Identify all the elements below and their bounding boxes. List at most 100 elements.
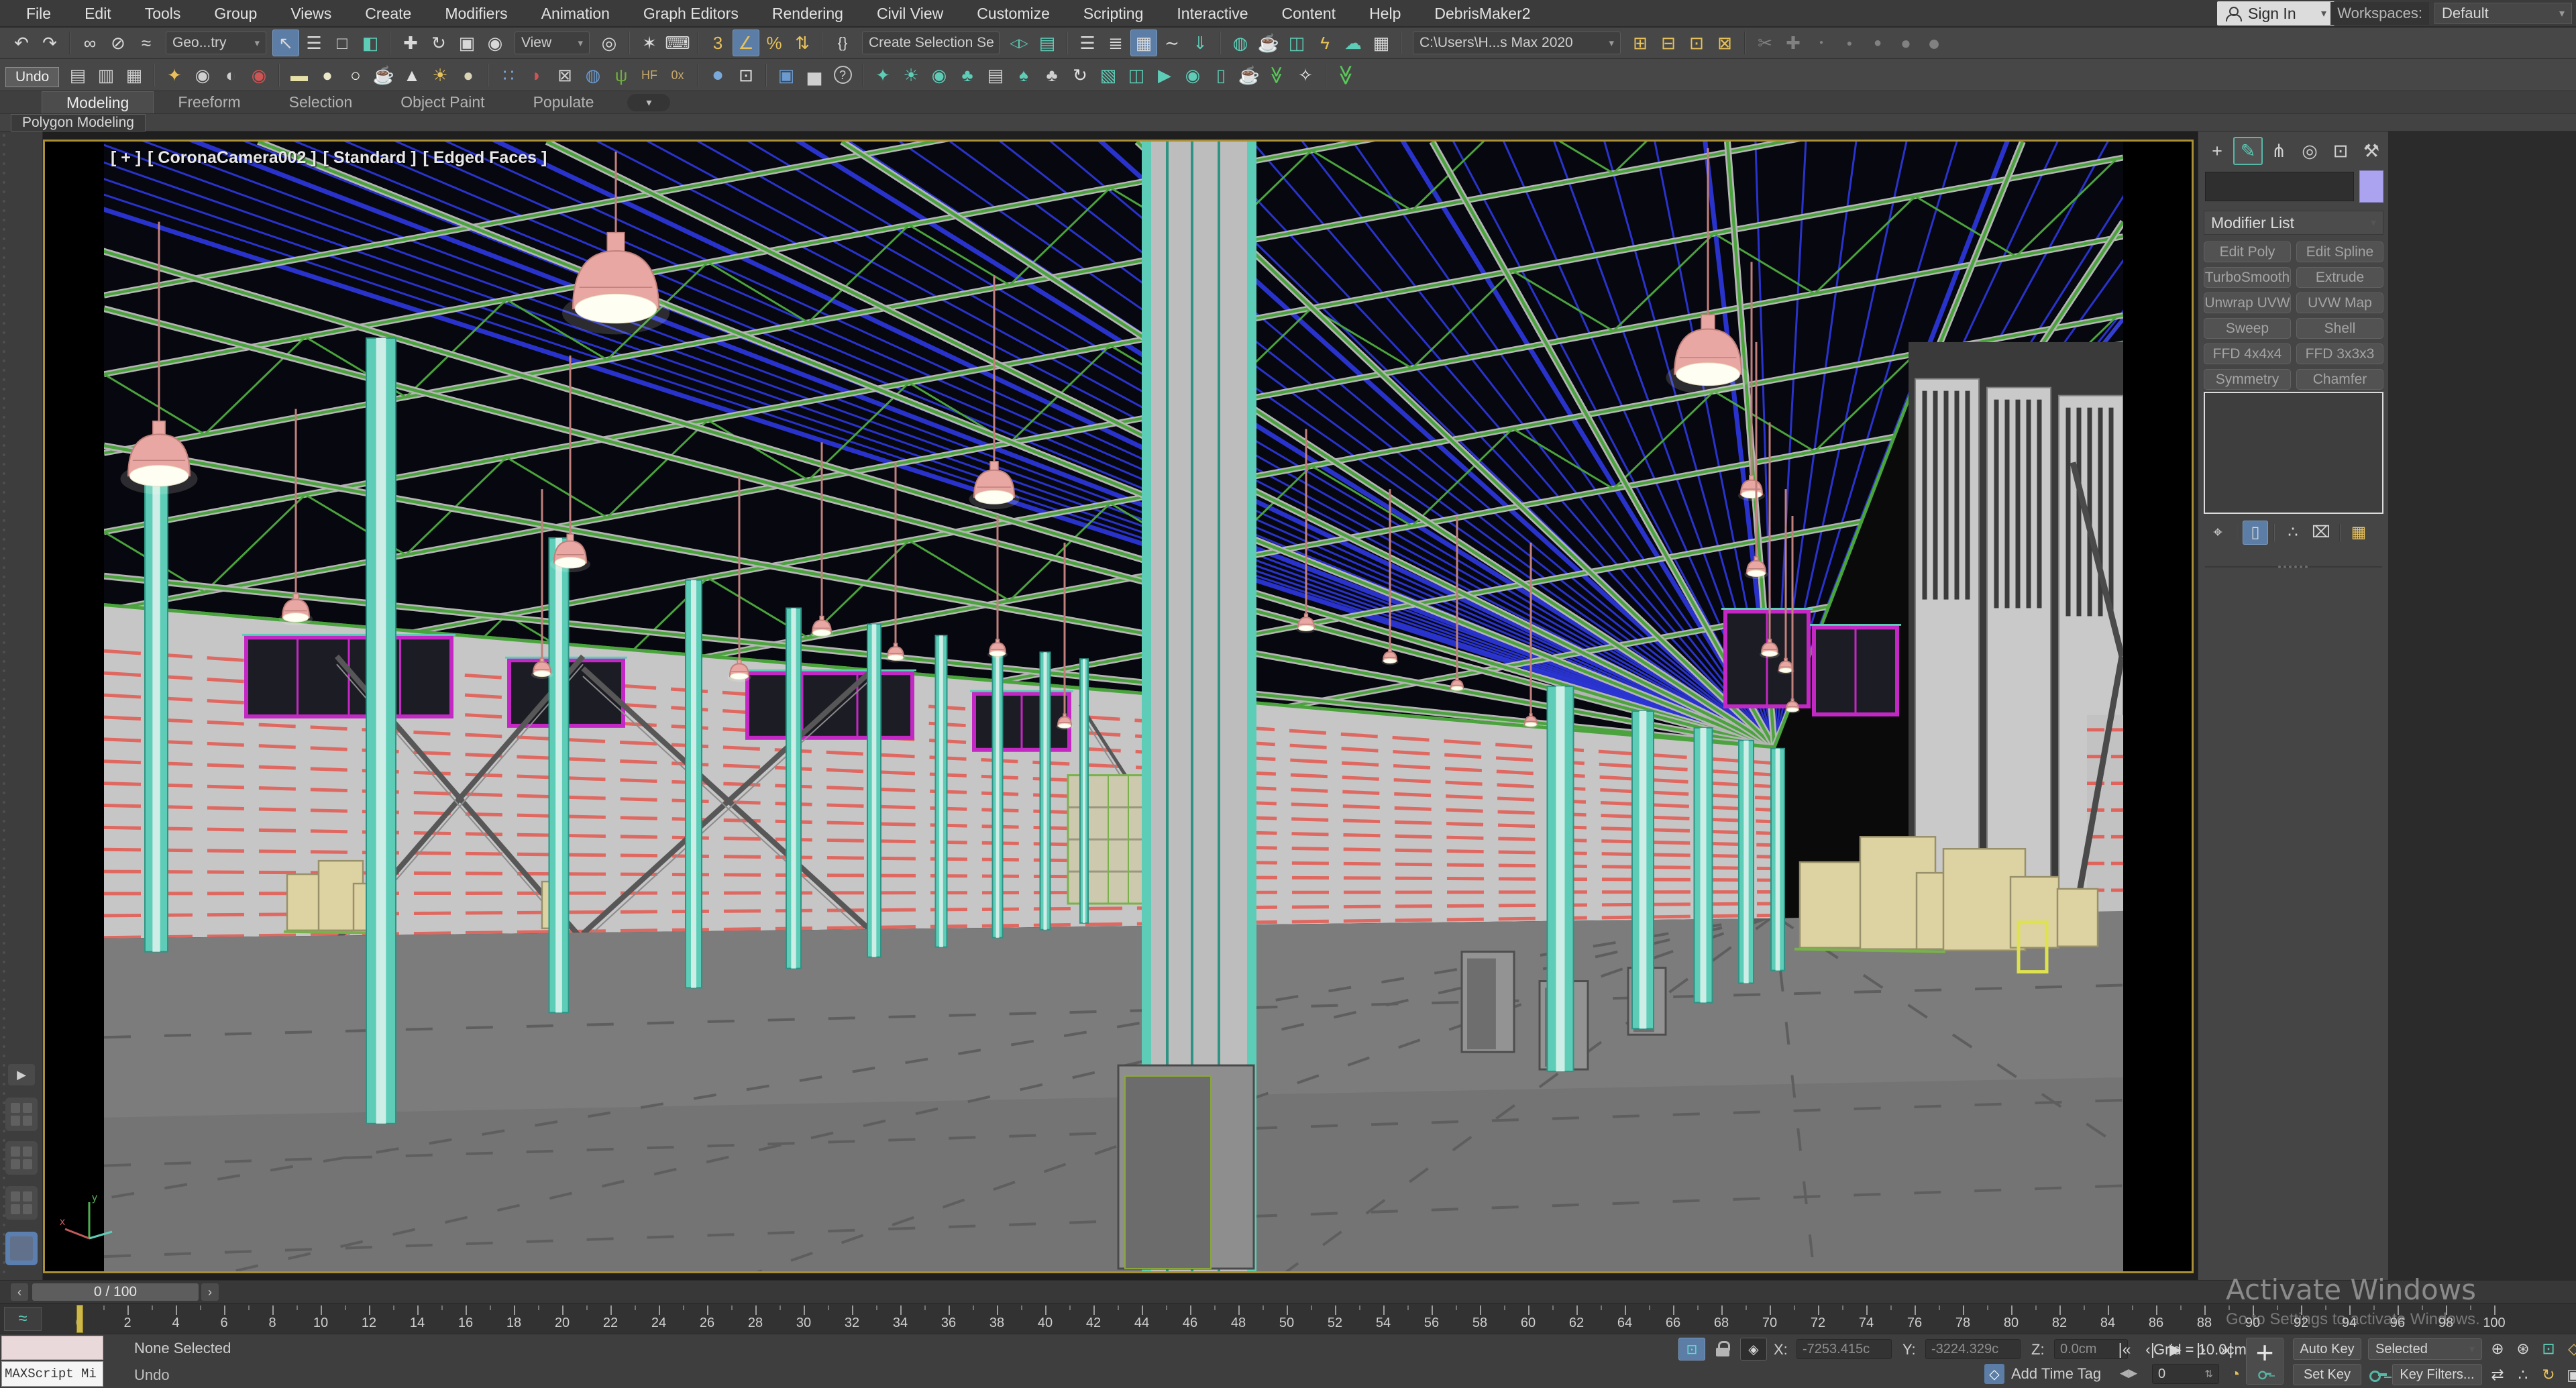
layer-explorer-icon[interactable]: ≣ <box>1102 30 1129 56</box>
modifier-button-turbosmooth[interactable]: TurboSmooth <box>2204 267 2291 288</box>
plane-primitive-icon[interactable]: ▬ <box>286 62 313 89</box>
render-in-cloud-icon[interactable]: ☁ <box>1340 30 1366 56</box>
disabled-dot-icon-4[interactable]: ● <box>1892 30 1919 56</box>
modifier-button-extrude[interactable]: Extrude <box>2296 267 2383 288</box>
ribbon-tab-selection[interactable]: Selection <box>265 91 377 113</box>
viewport-settings-icon[interactable]: ⊡ <box>733 62 759 89</box>
render-history-icon[interactable]: ▤ <box>64 62 91 89</box>
select-object-icon[interactable]: ↖ <box>272 30 299 56</box>
percent-snap-icon[interactable]: % <box>761 30 788 56</box>
ribbon-tab-populate[interactable]: Populate <box>509 91 619 113</box>
pin-stack-icon[interactable]: ⌖ <box>2205 521 2231 545</box>
select-and-scale-icon[interactable]: ▣ <box>453 30 480 56</box>
scene-edit-icon[interactable]: ⊠ <box>1711 30 1738 56</box>
corona-help-icon[interactable]: ? <box>829 62 856 89</box>
viewport[interactable]: [ + ] [ CoronaCamera002 ] [ Standard ] [… <box>43 140 2194 1273</box>
ox-icon[interactable]: 0x <box>664 62 691 89</box>
go-to-end-icon[interactable]: »| <box>2215 1338 2238 1360</box>
spinner-snap-icon[interactable]: ⇅ <box>789 30 816 56</box>
zoom-extents-all-icon[interactable]: ⊡ <box>2537 1337 2560 1360</box>
menu-customize[interactable]: Customize <box>960 5 1067 22</box>
modifier-button-shell[interactable]: Shell <box>2296 318 2383 339</box>
modify-tab-icon[interactable]: ✎ <box>2233 137 2263 165</box>
batch-panel-icon[interactable]: ▦ <box>121 62 148 89</box>
rectangular-selection-icon[interactable]: □ <box>329 30 356 56</box>
select-and-rotate-icon[interactable]: ↻ <box>425 30 452 56</box>
play-animation-icon[interactable]: ▶ <box>2164 1338 2187 1360</box>
layout-preset-single-button-active[interactable] <box>5 1232 38 1265</box>
menu-help[interactable]: Help <box>1352 5 1417 22</box>
modifier-button-ffd-3x3x3[interactable]: FFD 3x3x3 <box>2296 343 2383 364</box>
snaps-toggle-icon[interactable]: 3 <box>704 30 731 56</box>
keyboard-shortcut-override-icon[interactable]: ⌨ <box>664 30 691 56</box>
workspace-dropdown[interactable]: Default ▾ <box>2434 3 2572 24</box>
menu-interactive[interactable]: Interactive <box>1160 5 1265 22</box>
maxscript-mini-listener[interactable]: MAXScript Mi <box>1 1361 103 1387</box>
camera-icon[interactable]: ◉ <box>189 62 216 89</box>
derrick-icon[interactable]: ⊠ <box>551 62 578 89</box>
disabled-dot-icon-5[interactable]: ● <box>1921 30 1947 56</box>
corona-region-icon[interactable]: ◫ <box>1123 62 1150 89</box>
menu-rendering[interactable]: Rendering <box>755 5 860 22</box>
key-filters-button[interactable]: Key Filters... <box>2392 1364 2482 1385</box>
egg-icon[interactable]: ● <box>314 62 341 89</box>
key-mode-dropdown[interactable]: Selected ▾ <box>2368 1338 2482 1360</box>
layout-preset-quad-button-3[interactable] <box>5 1186 38 1220</box>
curve-editor-icon[interactable]: ∼ <box>1159 30 1185 56</box>
scene-gear-icon[interactable]: ⊞ <box>1627 30 1654 56</box>
x-coordinate-field[interactable]: -7253.415c <box>1796 1339 1892 1359</box>
utilities-tab-icon[interactable]: ⚒ <box>2357 137 2386 165</box>
window-crossing-icon[interactable]: ◧ <box>357 30 384 56</box>
menu-animation[interactable]: Animation <box>525 5 627 22</box>
isolate-selection-toggle[interactable]: ⊡ <box>1678 1338 1705 1360</box>
render-setup-icon[interactable]: ☕ <box>1255 30 1282 56</box>
time-slider-prev-button[interactable]: ‹ <box>11 1283 28 1301</box>
capsule-icon[interactable]: ◗ <box>523 62 550 89</box>
maximize-viewport-toggle-icon[interactable]: ▣ <box>2563 1363 2576 1386</box>
menu-content[interactable]: Content <box>1265 5 1353 22</box>
toggle-ribbon-icon[interactable]: ▦ <box>1130 30 1157 56</box>
set-key-button[interactable]: Set Key <box>2293 1364 2361 1385</box>
unlink-selection-icon[interactable]: ⊘ <box>105 30 131 56</box>
modifier-button-uvw-map[interactable]: UVW Map <box>2296 292 2383 313</box>
pan-view-icon[interactable]: ⇄ <box>2486 1363 2509 1386</box>
ribbon-tab-modeling[interactable]: Modeling <box>42 91 154 113</box>
use-pivot-point-icon[interactable]: ◎ <box>596 30 623 56</box>
scatter-dots-icon[interactable]: ∷ <box>495 62 522 89</box>
camera-sphere-icon[interactable]: ◐ <box>217 62 244 89</box>
corona-scatter-icon[interactable]: ♣ <box>954 62 981 89</box>
material-editor-icon[interactable]: ◍ <box>1227 30 1254 56</box>
rendered-frame-window-icon[interactable]: ◫ <box>1283 30 1310 56</box>
modifier-button-ffd-4x4x4[interactable]: FFD 4x4x4 <box>2204 343 2291 364</box>
select-and-link-icon[interactable]: ∞ <box>76 30 103 56</box>
y-coordinate-field[interactable]: -3224.329c <box>1925 1339 2021 1359</box>
menu-edit[interactable]: Edit <box>68 5 128 22</box>
corona-frame-icon[interactable]: ▣ <box>773 62 800 89</box>
named-selection-sets-icon[interactable]: {} <box>829 30 856 56</box>
sphere-glow-icon[interactable]: ○ <box>342 62 369 89</box>
blue-sphere-icon[interactable]: ● <box>704 62 731 89</box>
walk-through-icon[interactable]: ∴ <box>2512 1363 2534 1386</box>
modifier-button-unwrap-uvw[interactable]: Unwrap UVW <box>2204 292 2291 313</box>
modifier-button-sweep[interactable]: Sweep <box>2204 318 2291 339</box>
hairfarm-icon[interactable]: HF <box>636 62 663 89</box>
scene-folder-icon[interactable]: ⊟ <box>1655 30 1682 56</box>
corona-vfb-icon[interactable]: ▶ <box>1151 62 1178 89</box>
next-frame-icon[interactable]: |› <box>2190 1338 2212 1360</box>
time-slider-next-button[interactable]: › <box>201 1283 219 1301</box>
grass-icon[interactable]: ψ <box>608 62 635 89</box>
configure-modifier-sets-icon[interactable]: ▦ <box>2346 521 2371 545</box>
select-and-manipulate-icon[interactable]: ✶ <box>636 30 663 56</box>
disabled-dot-icon-3[interactable]: ● <box>1864 30 1891 56</box>
layout-preset-quad-button-1[interactable] <box>5 1098 38 1131</box>
sign-in-button[interactable]: Sign In ▾ <box>2217 1 2334 25</box>
zoom-all-icon[interactable]: ⊛ <box>2512 1337 2534 1360</box>
modifier-button-chamfer[interactable]: Chamfer <box>2296 369 2383 390</box>
time-slider[interactable]: 0 / 100 <box>32 1283 199 1301</box>
display-tab-icon[interactable]: ⊡ <box>2326 137 2355 165</box>
ribbon-tab-freeform[interactable]: Freeform <box>154 91 264 113</box>
layout-flyout-arrow-button[interactable]: ▶ <box>8 1064 35 1085</box>
current-frame-spinner[interactable]: 0 ⇅ <box>2152 1364 2219 1384</box>
hierarchy-tab-icon[interactable]: ⋔ <box>2264 137 2294 165</box>
chevron-double-down-icon-2[interactable]: ≫ <box>1332 62 1359 89</box>
